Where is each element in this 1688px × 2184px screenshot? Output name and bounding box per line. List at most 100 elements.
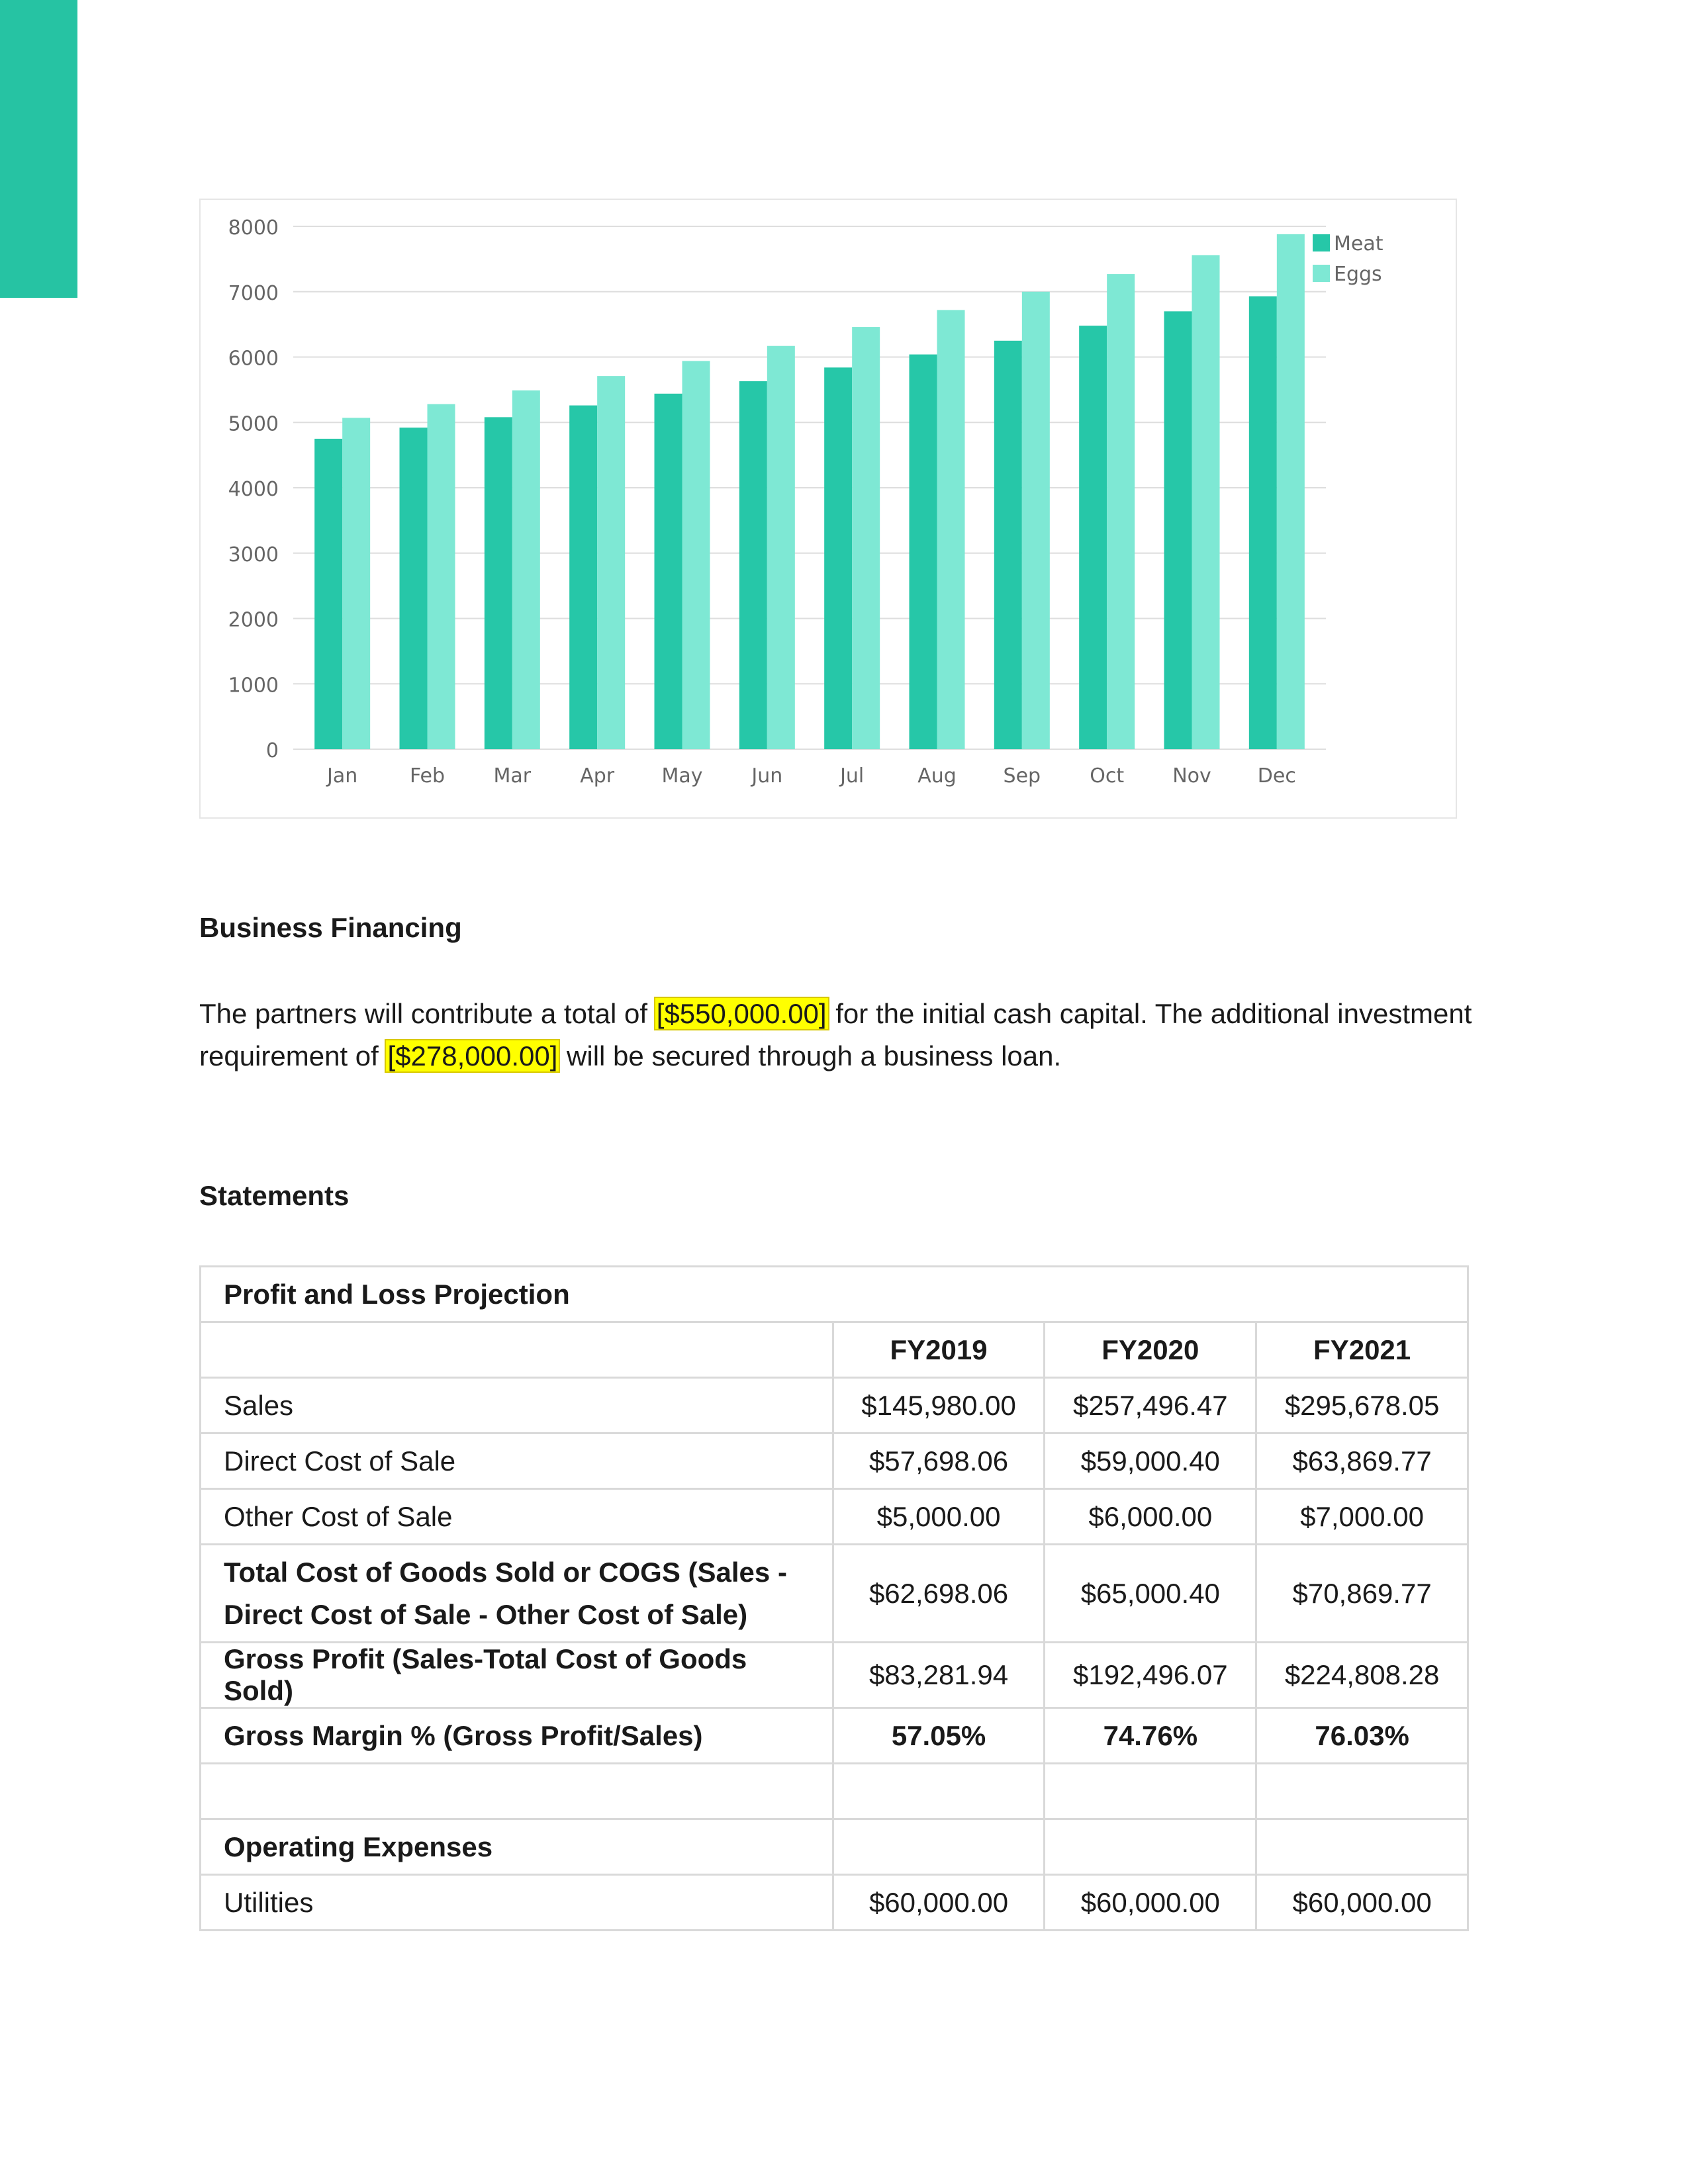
- empty-cell: [831, 1762, 1046, 1820]
- cell-value: $7,000.00: [1255, 1488, 1469, 1545]
- column-header-fy2019: FY2019: [831, 1321, 1046, 1379]
- bar-meat-sep: [994, 340, 1022, 749]
- bar-eggs-dec: [1276, 234, 1305, 750]
- bar-eggs-sep: [1021, 291, 1050, 749]
- empty-cell: [1043, 1762, 1258, 1820]
- x-tick-label: Sep: [1004, 764, 1041, 788]
- header-blank-cell: [199, 1321, 834, 1379]
- cell-value: $5,000.00: [831, 1488, 1046, 1545]
- cell-value: $192,496.07: [1043, 1641, 1258, 1709]
- bar-meat-may: [654, 393, 682, 749]
- bar-eggs-oct: [1107, 274, 1135, 749]
- legend-label-meat: Meat: [1334, 232, 1383, 255]
- bar-eggs-jul: [852, 327, 880, 749]
- table-row-gross-margin: Gross Margin % (Gross Profit/Sales) 57.0…: [199, 1707, 1469, 1764]
- y-tick-label: 7000: [228, 282, 279, 305]
- row-label: Direct Cost of Sale: [199, 1432, 834, 1490]
- row-label: Total Cost of Goods Sold or COGS (Sales …: [199, 1543, 834, 1643]
- cell-value: 74.76%: [1043, 1707, 1258, 1764]
- bar-meat-dec: [1248, 296, 1277, 750]
- y-tick-label: 1000: [228, 674, 279, 697]
- x-tick-label: Dec: [1258, 764, 1296, 788]
- x-tick-label: Nov: [1172, 764, 1211, 788]
- cell-value: 57.05%: [831, 1707, 1046, 1764]
- accent-bar: [0, 0, 77, 298]
- cell-value: $295,678.05: [1255, 1377, 1469, 1434]
- table-row-gross-profit: Gross Profit (Sales-Total Cost of Goods …: [199, 1641, 1469, 1709]
- y-tick-label: 2000: [228, 609, 279, 632]
- capital-amount-highlight: [$550,000.00]: [653, 997, 829, 1030]
- cell-value: $224,808.28: [1255, 1641, 1469, 1709]
- financing-text-before: The partners will contribute a total of: [199, 998, 655, 1029]
- cell-value: $57,698.06: [831, 1432, 1046, 1490]
- statements-heading: Statements: [199, 1180, 350, 1211]
- bar-eggs-apr: [597, 376, 626, 749]
- table-row-other-cost: Other Cost of Sale $5,000.00 $6,000.00 $…: [199, 1488, 1469, 1545]
- cell-value: $70,869.77: [1255, 1543, 1469, 1643]
- y-tick-label: 0: [266, 739, 279, 762]
- y-tick-label: 3000: [228, 543, 279, 567]
- y-tick-label: 5000: [228, 412, 279, 435]
- loan-amount-highlight: [$278,000.00]: [385, 1039, 561, 1073]
- table-row-cogs: Total Cost of Goods Sold or COGS (Sales …: [199, 1543, 1469, 1643]
- cell-value: $257,496.47: [1043, 1377, 1258, 1434]
- cell-value: $145,980.00: [831, 1377, 1046, 1434]
- cell-value: $6,000.00: [1043, 1488, 1258, 1545]
- bar-eggs-feb: [427, 404, 455, 749]
- table-row-operating-expenses: Operating Expenses: [199, 1818, 1469, 1876]
- bar-eggs-may: [682, 361, 710, 749]
- table-row-sales: Sales $145,980.00 $257,496.47 $295,678.0…: [199, 1377, 1469, 1434]
- bar-eggs-aug: [937, 310, 965, 749]
- x-tick-label: Jan: [326, 764, 357, 788]
- cell-value: $62,698.06: [831, 1543, 1046, 1643]
- table-title: Profit and Loss Projection: [199, 1265, 1469, 1323]
- x-tick-label: Jul: [839, 764, 864, 788]
- bar-eggs-mar: [512, 390, 540, 749]
- column-header-fy2020: FY2020: [1043, 1321, 1258, 1379]
- bar-eggs-nov: [1192, 255, 1220, 749]
- cell-value: $83,281.94: [831, 1641, 1046, 1709]
- legend-label-eggs: Eggs: [1334, 263, 1382, 286]
- bar-meat-jan: [314, 438, 343, 749]
- row-label: Utilities: [199, 1874, 834, 1931]
- column-header-fy2021: FY2021: [1255, 1321, 1469, 1379]
- legend-swatch-meat: [1313, 234, 1330, 251]
- bar-eggs-jun: [767, 345, 795, 749]
- row-label: Other Cost of Sale: [199, 1488, 834, 1545]
- bar-meat-jun: [739, 381, 767, 749]
- profit-loss-table: Profit and Loss Projection FY2019 FY2020…: [199, 1265, 1469, 1931]
- bar-eggs-jan: [342, 418, 371, 749]
- y-tick-label: 6000: [228, 347, 279, 371]
- x-tick-label: Mar: [494, 764, 532, 788]
- x-tick-label: Aug: [917, 764, 957, 788]
- cell-value: $63,869.77: [1255, 1432, 1469, 1490]
- table-row-utilities: Utilities $60,000.00 $60,000.00 $60,000.…: [199, 1874, 1469, 1931]
- cell-value: $60,000.00: [1043, 1874, 1258, 1931]
- cell-value: $60,000.00: [1255, 1874, 1469, 1931]
- y-tick-label: 8000: [228, 216, 279, 240]
- cell-value: 76.03%: [1255, 1707, 1469, 1764]
- y-tick-label: 4000: [228, 478, 279, 501]
- bar-meat-aug: [909, 354, 937, 749]
- bar-meat-oct: [1079, 326, 1107, 750]
- empty-cell: [1043, 1818, 1258, 1876]
- bar-chart: 0 1000 2000 3000 4000 5000 6000 7000 8000 Jan Feb M…: [199, 199, 1457, 819]
- cell-value: $65,000.40: [1043, 1543, 1258, 1643]
- cell-value: $60,000.00: [831, 1874, 1046, 1931]
- table-row-empty: [199, 1762, 1469, 1820]
- bar-meat-apr: [569, 405, 598, 749]
- x-tick-label: May: [661, 764, 702, 788]
- bar-meat-nov: [1164, 311, 1192, 749]
- empty-cell: [1255, 1762, 1469, 1820]
- x-tick-label: Apr: [580, 764, 615, 788]
- x-tick-label: Oct: [1090, 764, 1124, 788]
- table-row-direct-cost: Direct Cost of Sale $57,698.06 $59,000.4…: [199, 1432, 1469, 1490]
- row-label: Sales: [199, 1377, 834, 1434]
- business-financing-heading: Business Financing: [199, 912, 462, 943]
- row-label: Gross Margin % (Gross Profit/Sales): [199, 1707, 834, 1764]
- financing-text-after: will be secured through a business loan.: [559, 1040, 1062, 1071]
- financing-paragraph: The partners will contribute a total of …: [199, 993, 1510, 1077]
- empty-cell: [199, 1762, 834, 1820]
- bar-meat-feb: [399, 428, 428, 749]
- empty-cell: [831, 1818, 1046, 1876]
